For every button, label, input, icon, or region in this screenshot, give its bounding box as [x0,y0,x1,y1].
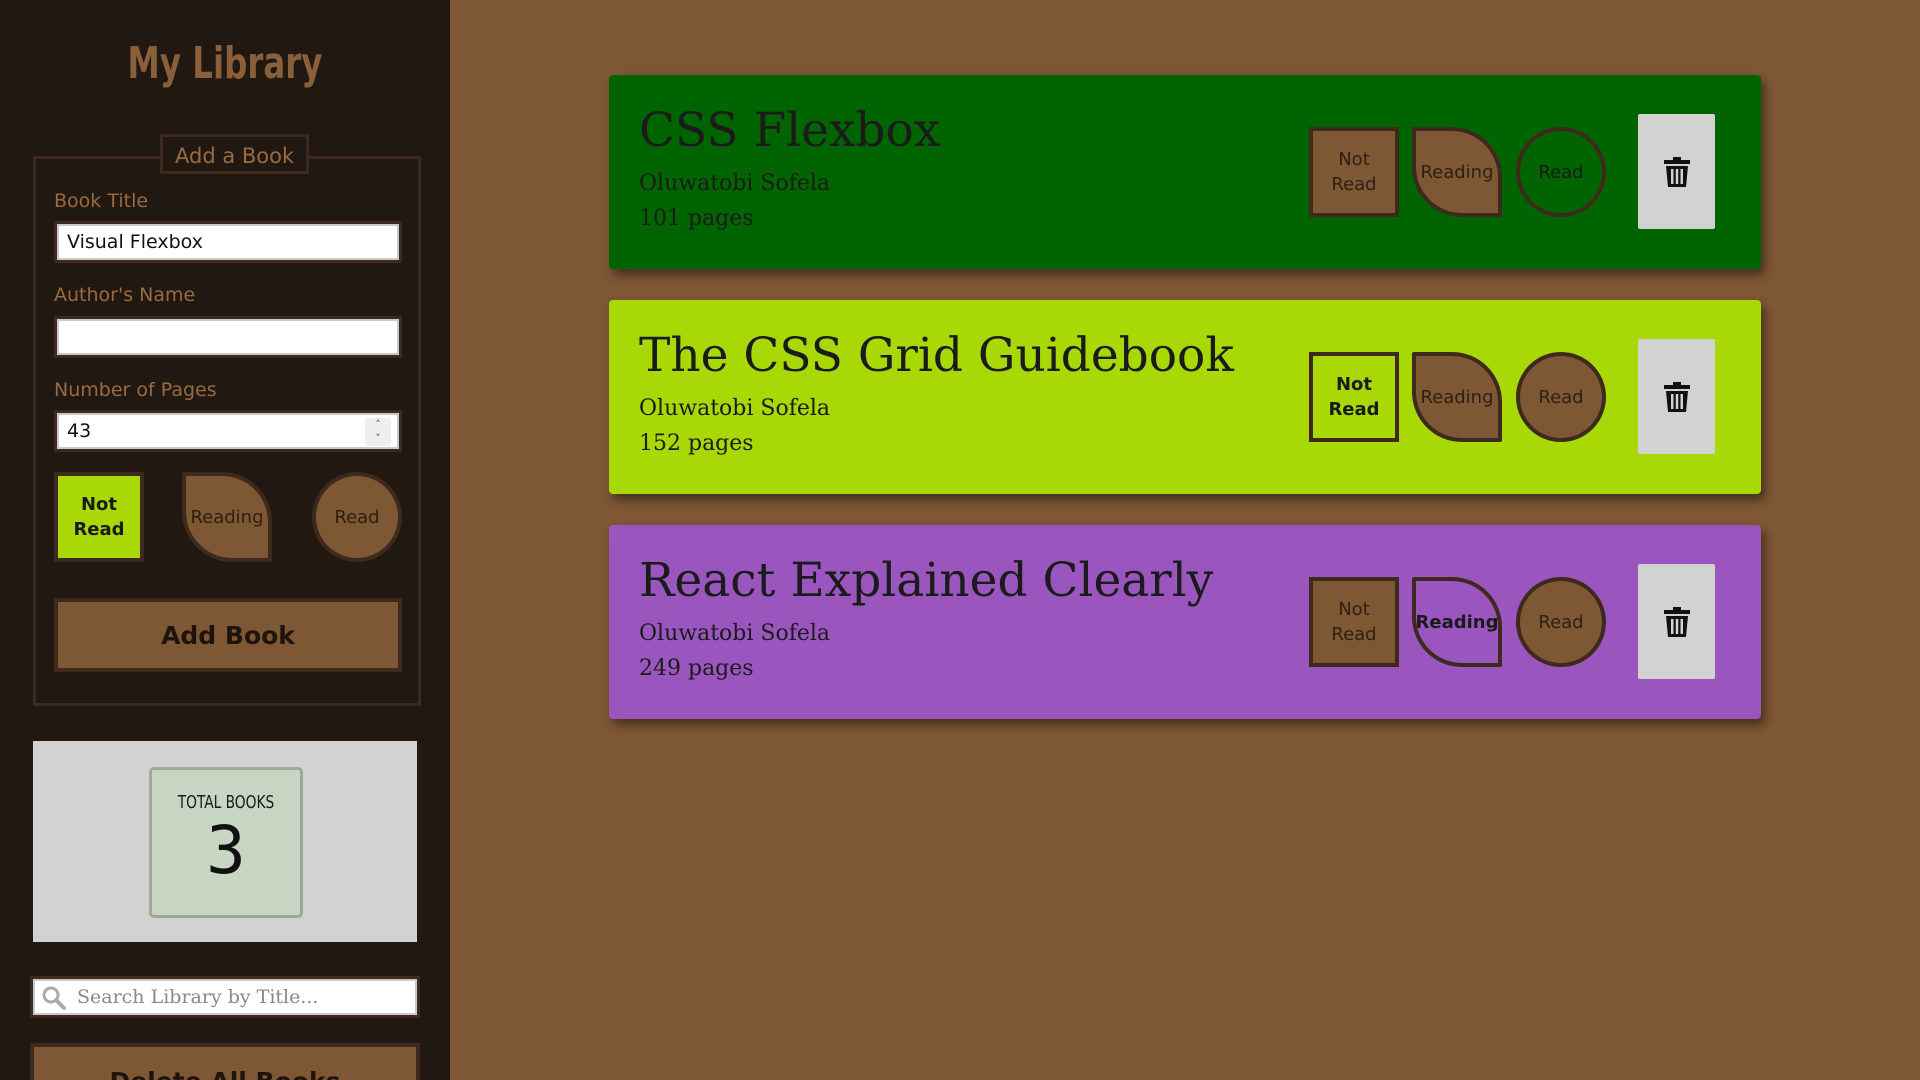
book-title: CSS Flexbox [639,103,941,158]
form-legend: Add a Book [160,134,310,174]
book-pages: 101 pages [639,206,754,231]
counter-value: 3 [206,812,246,889]
delete-book-button[interactable] [1638,339,1715,454]
book-title-label: Book Title [54,190,149,212]
pages-stepper[interactable]: ˄ ˅ [365,418,391,446]
book-author: Oluwatobi Sofela [639,396,831,421]
form-status-read[interactable]: Read [312,472,402,562]
book-pages: 152 pages [639,431,754,456]
counter-label: TOTAL BOOKS [177,792,275,813]
form-status-not-read[interactable]: Not Read [54,472,144,562]
book-title-input[interactable]: Visual Flexbox [54,221,402,263]
counter-panel: TOTAL BOOKS 3 [33,741,417,942]
stepper-up-icon[interactable]: ˄ [365,418,391,432]
delete-book-button[interactable] [1638,114,1715,229]
book-title: React Explained Clearly [639,553,1214,608]
book-card: React Explained Clearly Oluwatobi Sofela… [609,525,1761,719]
pages-input[interactable]: 43 ˄ ˅ [54,410,402,452]
trash-icon [1663,381,1690,412]
status-reading-button[interactable]: Reading [1412,127,1502,217]
book-author: Oluwatobi Sofela [639,171,831,196]
status-read-button[interactable]: Read [1516,352,1606,442]
status-not-read-button[interactable]: Not Read [1309,577,1399,667]
status-not-read-button[interactable]: Not Read [1309,127,1399,217]
app-title: My Library [127,38,323,89]
book-card: CSS Flexbox Oluwatobi Sofela 101 pages N… [609,75,1761,269]
status-not-read-button[interactable]: Not Read [1309,352,1399,442]
trash-icon [1663,156,1690,187]
total-books-counter: TOTAL BOOKS 3 [149,767,303,918]
sidebar: My Library Add a Book Book Title Visual … [0,0,450,1080]
book-author: Oluwatobi Sofela [639,621,831,646]
status-read-button[interactable]: Read [1516,577,1606,667]
trash-icon [1663,606,1690,637]
stepper-down-icon[interactable]: ˅ [365,432,391,446]
search-bar[interactable]: Search Library by Title... [30,976,420,1018]
search-input[interactable]: Search Library by Title... [77,979,318,1015]
pages-label: Number of Pages [54,379,217,401]
status-read-button[interactable]: Read [1516,127,1606,217]
author-name-input[interactable] [54,316,402,358]
author-name-label: Author's Name [54,284,196,306]
status-reading-button[interactable]: Reading [1412,577,1502,667]
add-book-button[interactable]: Add Book [54,598,402,672]
status-reading-button[interactable]: Reading [1412,352,1502,442]
pages-value: 43 [67,420,92,442]
search-icon [42,986,66,1010]
delete-all-button[interactable]: Delete All Books [30,1043,420,1080]
book-card: The CSS Grid Guidebook Oluwatobi Sofela … [609,300,1761,494]
book-title: The CSS Grid Guidebook [639,328,1234,383]
book-pages: 249 pages [639,656,754,681]
delete-book-button[interactable] [1638,564,1715,679]
